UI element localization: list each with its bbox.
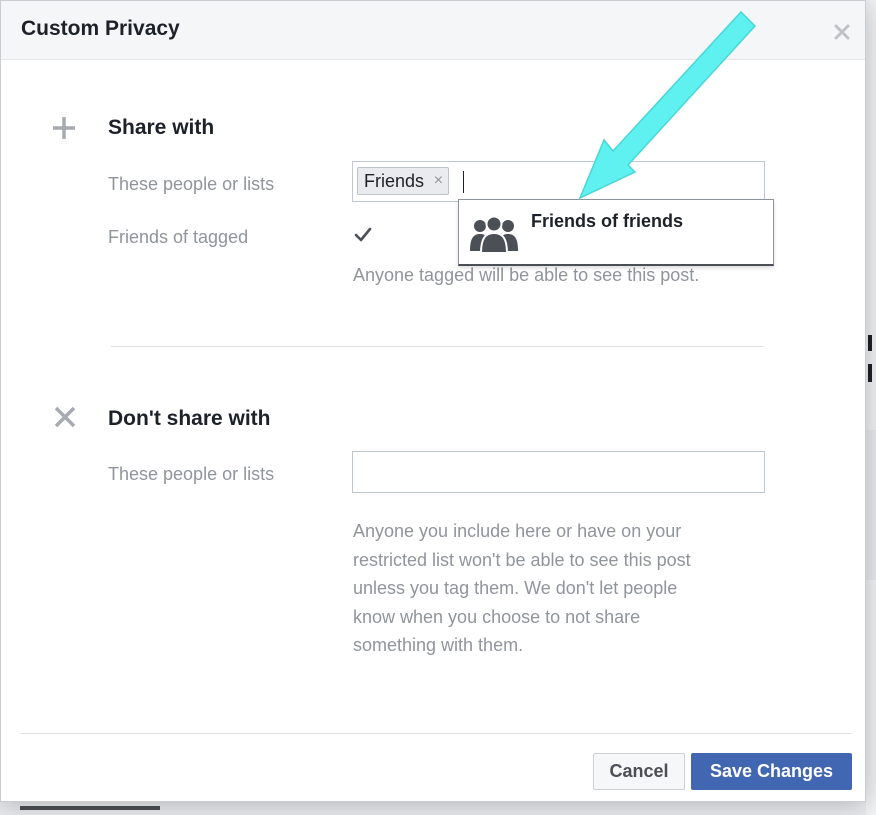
dont-share-with-title: Don't share with (108, 407, 271, 430)
plus-icon (51, 115, 77, 141)
background-fragment (868, 364, 872, 382)
background-fragment (868, 335, 872, 351)
exclude-help-text: Anyone you include here or have on your … (353, 517, 763, 660)
help-line: know when you choose to not share (353, 606, 641, 627)
share-people-label: These people or lists (108, 174, 275, 194)
text-caret (463, 171, 464, 193)
background-page-edge (866, 0, 876, 815)
close-icon[interactable] (829, 19, 855, 45)
share-with-title: Share with (108, 116, 215, 139)
footer-divider (21, 733, 851, 734)
help-line: restricted list won't be able to see thi… (353, 549, 691, 570)
annotation-arrow-icon (578, 10, 757, 200)
background-page-bottom (0, 802, 866, 815)
exclude-people-label: These people or lists (108, 464, 275, 484)
exclude-people-input[interactable] (352, 451, 765, 493)
help-line: something with them. (353, 635, 524, 655)
save-changes-button[interactable]: Save Changes (691, 753, 852, 790)
background-fragment (866, 430, 876, 580)
friends-of-tagged-checkbox[interactable] (353, 225, 373, 245)
token-remove-icon[interactable]: × (434, 168, 443, 194)
friends-of-tagged-label: Friends of tagged (108, 227, 249, 247)
x-icon (53, 405, 77, 429)
friends-token: Friends × (357, 167, 450, 195)
help-line: unless you tag them. We don't let people (353, 578, 678, 598)
background-fragment (20, 806, 160, 810)
cancel-button[interactable]: Cancel (593, 753, 685, 790)
token-label: Friends (364, 171, 425, 191)
group-icon (469, 215, 519, 254)
section-divider (111, 346, 763, 347)
help-line: Anyone you include here or have on your (353, 521, 682, 541)
dialog-title: Custom Privacy (21, 17, 180, 40)
